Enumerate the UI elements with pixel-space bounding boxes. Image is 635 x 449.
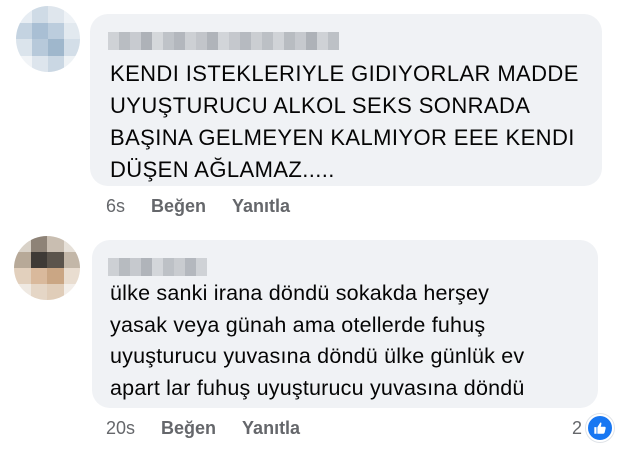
like-button[interactable]: Beğen <box>161 418 216 439</box>
comment-line: UYUŞTURUCU ALKOL SEKS SONRADA <box>110 93 531 118</box>
author-name[interactable] <box>108 258 207 276</box>
comment-line: KENDI ISTEKLERIYLE GIDIYORLAR MADDE <box>110 61 579 86</box>
like-icon <box>586 414 615 442</box>
comment-line: uyuşturucu yuvasına döndü ülke günlük ev <box>110 344 525 368</box>
reaction-summary[interactable]: 2 <box>572 414 615 442</box>
comment-text: KENDI ISTEKLERIYLE GIDIYORLAR MADDE UYUŞ… <box>110 58 579 186</box>
reaction-count: 2 <box>572 417 583 438</box>
comment-actions: 6s Beğen Yanıtla <box>106 196 316 217</box>
reply-button[interactable]: Yanıtla <box>242 418 300 439</box>
comment-line: ülke sanki irana döndü sokakda herşey <box>110 281 490 305</box>
comment-line: yasak veya günah ama otellerde fuhuş <box>110 312 486 337</box>
comment-bubble: ülke sanki irana döndü sokakda herşey ya… <box>92 240 598 408</box>
timestamp-link[interactable]: 20s <box>106 418 135 439</box>
comment-line: apart lar fuhuş uyuşturucu yuvasına dönd… <box>110 375 525 400</box>
comment-text: ülke sanki irana döndü sokakda herşey ya… <box>110 278 525 404</box>
timestamp-link[interactable]: 6s <box>106 196 125 217</box>
avatar[interactable] <box>14 236 80 300</box>
comment-bubble: KENDI ISTEKLERIYLE GIDIYORLAR MADDE UYUŞ… <box>90 14 602 186</box>
avatar[interactable] <box>16 6 80 72</box>
comment-line: BAŞINA GELMEYEN KALMIYOR EEE KENDI <box>110 125 575 150</box>
comment-line: DÜŞEN AĞLAMAZ..... <box>110 157 335 182</box>
reply-button[interactable]: Yanıtla <box>232 196 290 217</box>
like-button[interactable]: Beğen <box>151 196 206 217</box>
comment-actions: 20s Beğen Yanıtla <box>106 418 326 439</box>
author-name[interactable] <box>108 32 339 50</box>
